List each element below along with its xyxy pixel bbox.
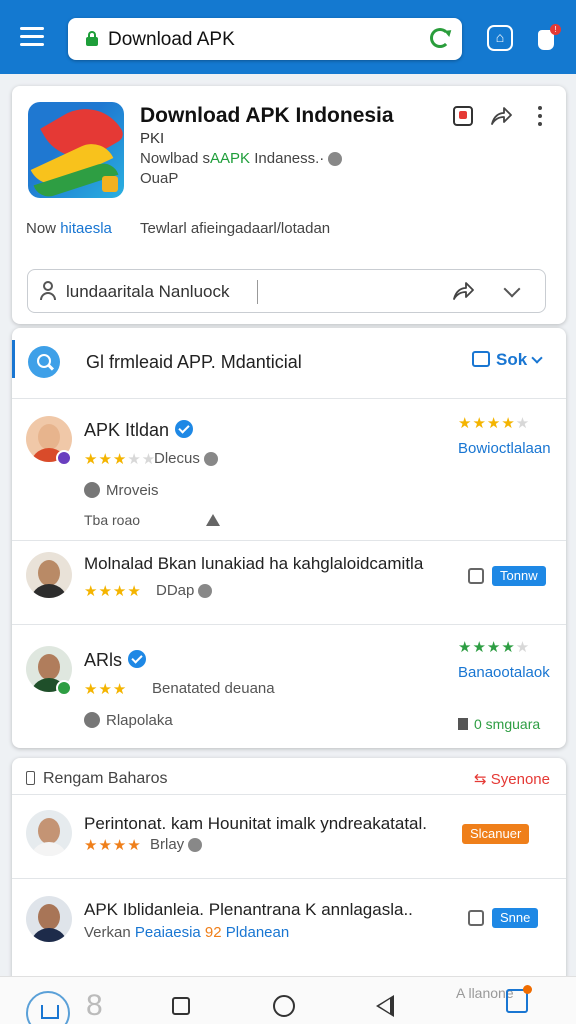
- check-circle-icon: [84, 712, 100, 728]
- item-meta: Benatated deuana: [152, 680, 275, 697]
- recents-icon[interactable]: [172, 997, 190, 1015]
- item-sub-label: Rlapolaka: [84, 712, 173, 729]
- search-input[interactable]: lundaaritala Nanluock: [27, 269, 546, 313]
- rating-stars: ★★★★★: [84, 451, 157, 468]
- info-link[interactable]: hitaesla: [60, 220, 112, 237]
- list-item-name[interactable]: ARls: [84, 650, 147, 671]
- app-subtitle: PKI: [140, 130, 165, 147]
- item-side-link[interactable]: Bowioctlalaan: [458, 440, 551, 457]
- search-icon[interactable]: [28, 346, 60, 378]
- verified-icon: [175, 420, 194, 438]
- chevron-down-icon: [531, 352, 543, 364]
- chevron-down-icon[interactable]: [503, 280, 521, 298]
- divider: [12, 794, 566, 795]
- section-link[interactable]: ⇆ Syenone: [474, 770, 550, 788]
- app-logo: [28, 102, 124, 198]
- results-card: Gl frmleaid APP. Mdanticial Sok APK Itld…: [12, 328, 566, 748]
- item-side-label: 0 smguara: [458, 716, 540, 732]
- home-icon[interactable]: [26, 991, 70, 1024]
- sort-button[interactable]: Sok: [472, 350, 543, 370]
- item-small-text: Tba roao: [84, 512, 141, 528]
- extension-icon[interactable]: !: [536, 24, 561, 50]
- item-action-button[interactable]: Snne: [492, 908, 539, 928]
- globe-icon: [188, 838, 203, 853]
- text-cursor: [257, 280, 258, 304]
- item-side-link[interactable]: Banaootalaok: [458, 664, 550, 681]
- rating-stars: ★★★★: [84, 837, 142, 854]
- active-indicator: [12, 340, 15, 378]
- item-meta: DDap: [156, 582, 213, 599]
- more-options-icon[interactable]: [536, 106, 544, 128]
- divider: [12, 398, 566, 399]
- address-text: Download APK: [108, 29, 235, 50]
- list-item-name[interactable]: APK Iblidanleia. Plenantrana K annlagasl…: [84, 900, 413, 920]
- list-item-name[interactable]: Molnalad Bkan lunakiad ha kahglaloidcami…: [84, 554, 423, 574]
- globe-icon: [328, 152, 343, 167]
- list-item-name[interactable]: APK Itldan: [84, 420, 194, 441]
- status-badge: [56, 450, 72, 466]
- divider: [12, 878, 566, 879]
- user-icon: [40, 281, 56, 301]
- shield-icon: [84, 482, 100, 498]
- bin-icon: [458, 718, 468, 730]
- top-app-bar: Download APK ⌂ !: [0, 0, 576, 74]
- share-icon[interactable]: [452, 281, 474, 301]
- app-meta: OuaP: [140, 170, 179, 187]
- verified-icon: [128, 650, 147, 668]
- home-icon[interactable]: ⌂: [487, 25, 513, 51]
- globe-icon: [203, 452, 218, 467]
- lock-icon: [86, 31, 98, 46]
- side-rating-stars: ★★★★★: [458, 415, 531, 432]
- store-icon[interactable]: [506, 985, 532, 1013]
- share-icon[interactable]: [490, 106, 512, 126]
- avatar[interactable]: [26, 552, 72, 598]
- reload-icon[interactable]: [430, 28, 450, 48]
- thumbs-up-icon[interactable]: [468, 568, 484, 584]
- item-action-button[interactable]: Slcanuer: [462, 824, 530, 844]
- item-meta: Verkan Peaiaesia 92 Pldanean: [84, 924, 290, 941]
- item-meta: Brlay: [150, 836, 203, 853]
- list-item-name[interactable]: Perintonat. kam Hounitat imalk yndreakat…: [84, 814, 427, 834]
- list-title: Gl frmleaid APP. Mdanticial: [86, 352, 302, 372]
- thumbs-up-icon[interactable]: [468, 910, 484, 926]
- address-bar[interactable]: Download APK: [68, 18, 462, 60]
- app-title: Download APK Indonesia: [140, 104, 394, 127]
- warning-icon: [206, 514, 220, 526]
- item-sub-label: Mroveis: [84, 482, 159, 499]
- side-rating-stars: ★★★★★: [458, 639, 531, 656]
- thumbs-up-icon: [472, 351, 490, 367]
- app-header-card: Download APK Indonesia PKI Nowlbad sAAPK…: [12, 86, 566, 324]
- item-action-button[interactable]: Tonnw: [492, 566, 546, 586]
- bottom-navigation: 8 A llanone: [0, 976, 576, 1024]
- apps-icon[interactable]: 8: [86, 989, 103, 1023]
- search-value: lundaaritala Nanluock: [66, 282, 230, 301]
- divider: [12, 540, 566, 541]
- globe-icon: [198, 584, 213, 599]
- menu-icon[interactable]: [20, 27, 44, 47]
- info-line: Now hitaesla: [26, 220, 112, 237]
- status-badge: [56, 680, 72, 696]
- recommended-card: Rengam Baharos ⇆ Syenone Perintonat. kam…: [12, 758, 566, 988]
- item-meta: Dlecus: [154, 450, 218, 467]
- bookmark-button[interactable]: [453, 106, 473, 126]
- divider: [12, 624, 566, 625]
- avatar[interactable]: [26, 810, 72, 856]
- section-title: Rengam Baharos: [26, 770, 168, 788]
- phone-icon: [26, 771, 35, 785]
- avatar[interactable]: [26, 896, 72, 942]
- back-icon[interactable]: [376, 995, 394, 1017]
- info-description: Tewlarl afieingadaarl/lotadan: [140, 220, 331, 237]
- nav-faded-label: A llanone: [456, 985, 514, 1001]
- rating-stars: ★★★: [84, 681, 128, 698]
- app-developer: Nowlbad sAAPK Indaness.·: [140, 150, 343, 167]
- home-button-icon[interactable]: [273, 995, 295, 1017]
- rating-stars: ★★★★: [84, 583, 142, 600]
